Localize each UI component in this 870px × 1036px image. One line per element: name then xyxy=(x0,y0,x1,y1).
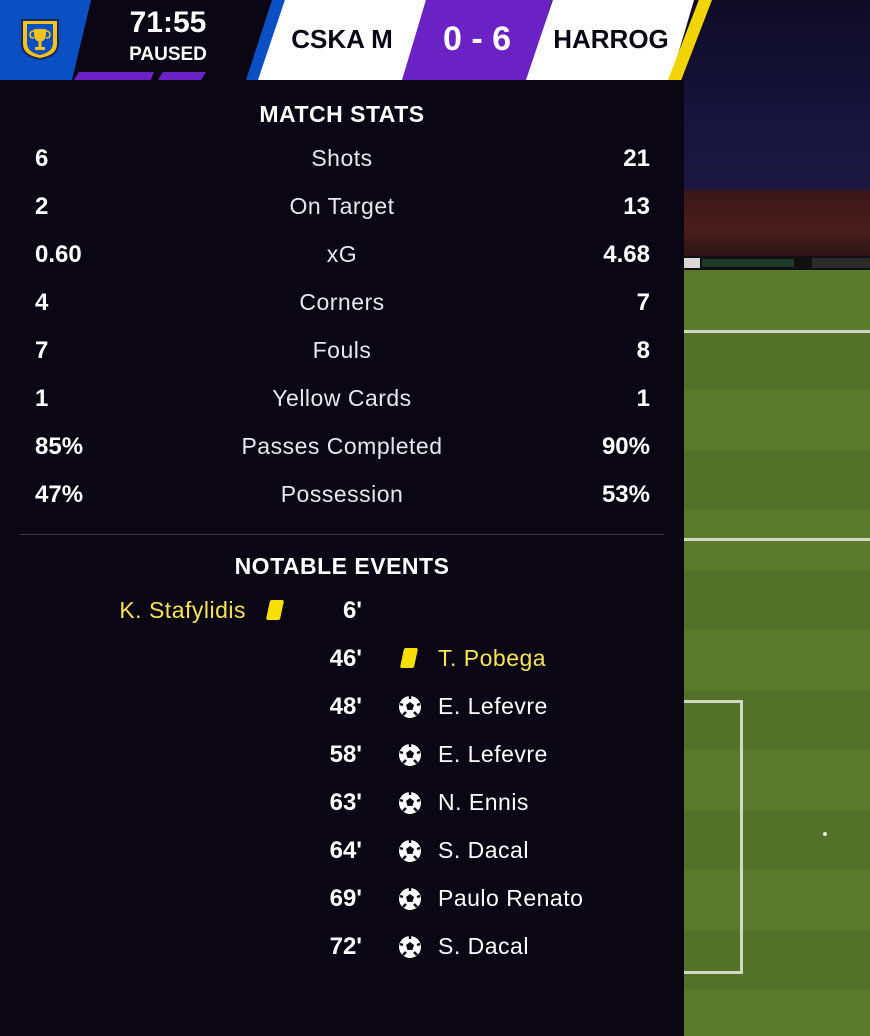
event-player: N. Ennis xyxy=(438,789,529,815)
stat-label: Passes Completed xyxy=(241,433,443,459)
match-stats-title: MATCH STATS xyxy=(259,101,425,127)
stat-row-fouls: 7 Fouls 8 xyxy=(0,337,684,377)
event-minute: 72' xyxy=(329,933,362,960)
event-row: 69' Paulo Renato xyxy=(0,885,684,925)
event-row: 64' S. Dacal xyxy=(0,837,684,877)
event-row: K. Stafylidis 6' xyxy=(0,597,684,637)
stat-away-value: 4.68 xyxy=(603,241,650,268)
event-row: 48' E. Lefevre xyxy=(0,693,684,733)
event-row: 46' T. Pobega xyxy=(0,645,684,685)
away-team-name: HARROG xyxy=(553,24,669,54)
event-minute: 64' xyxy=(329,837,362,864)
stat-away-value: 1 xyxy=(636,385,650,412)
event-player: E. Lefevre xyxy=(438,741,548,767)
event-player: K. Stafylidis xyxy=(119,597,246,623)
section-divider xyxy=(20,534,664,535)
ad-strip xyxy=(684,256,870,270)
trophy-icon xyxy=(21,19,59,60)
event-minute: 63' xyxy=(329,789,362,816)
stat-away-value: 21 xyxy=(623,145,650,172)
event-minute: 6' xyxy=(342,597,362,624)
pitch-line xyxy=(684,538,870,541)
stat-row-on-target: 2 On Target 13 xyxy=(0,193,684,233)
event-minute: 69' xyxy=(329,885,362,912)
yellow-card-icon xyxy=(264,599,286,621)
stat-label: Corners xyxy=(299,289,385,315)
event-row: 63' N. Ennis xyxy=(0,789,684,829)
event-player: S. Dacal xyxy=(438,933,529,959)
event-row: 58' E. Lefevre xyxy=(0,741,684,781)
goal-ball-icon xyxy=(398,839,422,863)
stat-label: xG xyxy=(326,241,358,267)
match-clock: 71:55 xyxy=(129,6,207,39)
half-progress-bar xyxy=(74,72,154,80)
stat-label: Shots xyxy=(311,145,373,171)
stat-row-yellow-cards: 1 Yellow Cards 1 xyxy=(0,385,684,425)
goal-ball-icon xyxy=(398,695,422,719)
pitch-line xyxy=(684,330,870,333)
stat-row-shots: 6 Shots 21 xyxy=(0,145,684,185)
event-minute: 58' xyxy=(329,741,362,768)
score: 0 - 6 xyxy=(442,20,512,58)
stat-label: Fouls xyxy=(312,337,372,363)
stat-away-value: 13 xyxy=(623,193,650,220)
stat-away-value: 90% xyxy=(601,433,650,460)
advertising-board xyxy=(684,190,870,258)
stat-row-xg: 0.60 xG 4.68 xyxy=(0,241,684,281)
event-row: 72' S. Dacal xyxy=(0,933,684,973)
stat-row-corners: 4 Corners 7 xyxy=(0,289,684,329)
stat-label: Yellow Cards xyxy=(272,385,412,411)
goal-ball-icon xyxy=(398,743,422,767)
scoreboard: 71:55 PAUSED CSKA M 0 - 6 HARROG xyxy=(0,0,870,80)
half-progress-bar xyxy=(158,72,206,80)
yellow-card-icon xyxy=(398,647,422,671)
stat-row-possession: 47% Possession 53% xyxy=(0,481,684,521)
goal-ball-icon xyxy=(398,887,422,911)
event-minute: 48' xyxy=(329,693,362,720)
stat-label: On Target xyxy=(289,193,395,219)
event-minute: 46' xyxy=(329,645,362,672)
event-player: T. Pobega xyxy=(438,645,547,671)
stat-away-value: 8 xyxy=(636,337,650,364)
event-player: E. Lefevre xyxy=(438,693,548,719)
stat-label: Possession xyxy=(280,481,404,507)
notable-events-title: NOTABLE EVENTS xyxy=(234,553,450,579)
goal-ball-icon xyxy=(398,935,422,959)
stat-row-passes-completed: 85% Passes Completed 90% xyxy=(0,433,684,473)
match-status: PAUSED xyxy=(129,44,207,65)
match-screen: 71:55 PAUSED CSKA M 0 - 6 HARROG MATCH S… xyxy=(0,0,870,1036)
home-team-name: CSKA M xyxy=(291,24,393,54)
penalty-spot xyxy=(823,832,827,836)
stat-away-value: 53% xyxy=(601,481,650,508)
goal-ball-icon xyxy=(398,791,422,815)
event-player: S. Dacal xyxy=(438,837,529,863)
event-player: Paulo Renato xyxy=(438,885,584,911)
stat-away-value: 7 xyxy=(636,289,650,316)
